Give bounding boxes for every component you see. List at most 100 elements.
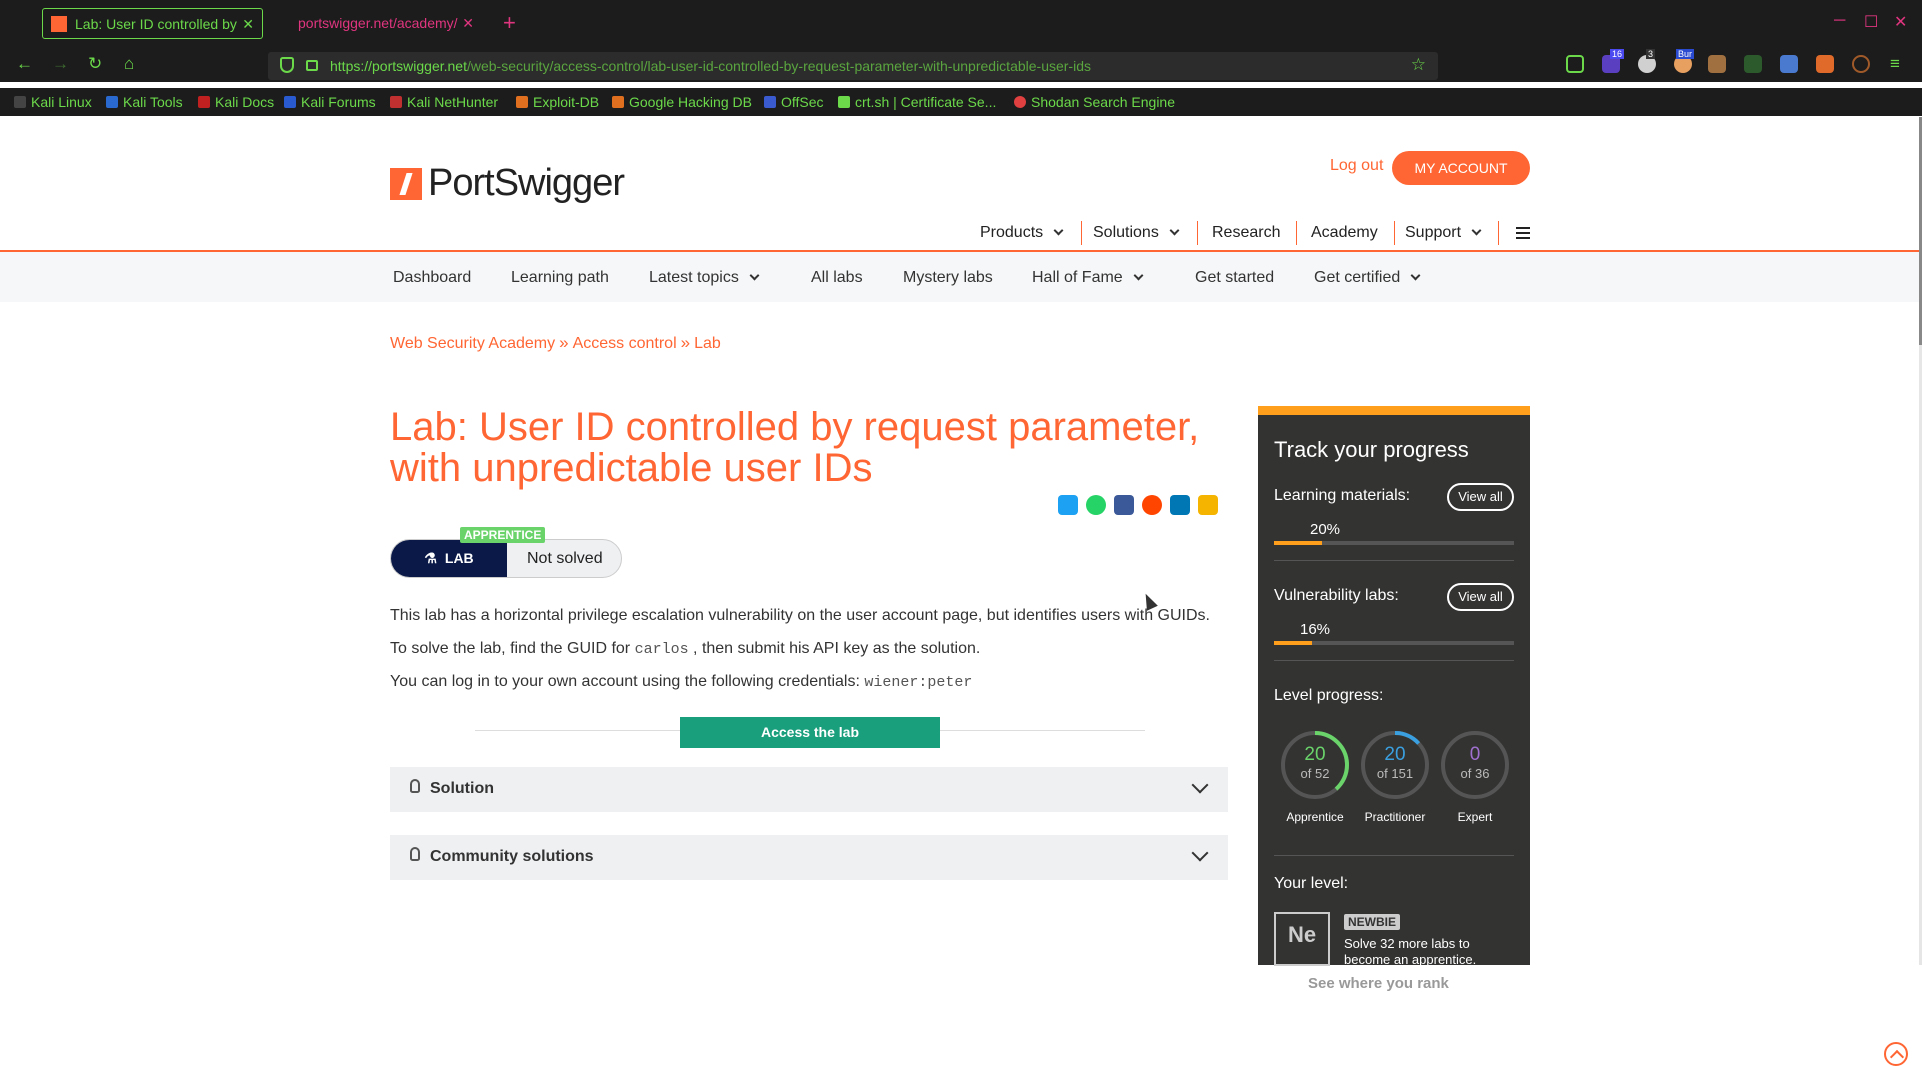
lock-icon[interactable] [306,60,318,71]
expert-total: of 36 [1460,766,1490,781]
menu-icon[interactable]: ≡ [1890,54,1900,74]
close-window-icon[interactable]: ✕ [1894,12,1907,32]
panel-divider [1274,855,1514,856]
subnav-dashboard[interactable]: Dashboard [393,269,471,287]
nav-support[interactable]: Support [1405,224,1482,242]
bookmark-item[interactable]: crt.sh | Certificate Se... [838,94,996,110]
email-icon[interactable] [1198,495,1218,515]
vuln-percent: 16% [1300,621,1331,638]
subnav-all-labs[interactable]: All labs [811,269,863,287]
tab-inactive[interactable]: portswigger.net/academy/ ✕ [280,8,480,39]
practitioner-count: 20 [1384,744,1406,765]
learning-percent: 20% [1310,521,1341,538]
bookmark-label: Kali NetHunter [407,94,499,110]
scroll-to-top-icon[interactable] [1884,1042,1908,1066]
reddit-icon[interactable] [1142,495,1162,515]
target-user-code: carlos [634,641,689,658]
extension-ublock-icon[interactable]: 16 [1602,49,1625,73]
nav-products[interactable]: Products [980,224,1064,242]
pocket-icon[interactable] [1566,55,1584,73]
bookmark-label: crt.sh | Certificate Se... [855,94,997,110]
lightbulb-icon [410,847,420,861]
hamburger-menu-icon[interactable] [1516,227,1530,239]
breadcrumb-academy[interactable]: Web Security Academy [390,335,555,352]
twitter-icon[interactable] [1058,495,1078,515]
expert-count: 0 [1469,744,1481,765]
whatsapp-icon[interactable] [1086,495,1106,515]
subnav-hall-of-fame[interactable]: Hall of Fame [1032,269,1144,287]
subnav-get-started[interactable]: Get started [1195,269,1274,287]
url-bar[interactable]: https://portswigger.net/web-security/acc… [268,52,1438,80]
community-solutions-accordion[interactable]: Community solutions [390,835,1228,880]
bookmark-item[interactable]: Kali Forums [284,94,376,110]
bookmark-item[interactable]: Kali NetHunter [390,94,498,110]
chevron-down-icon [749,270,760,281]
page-title: Lab: User ID controlled by request param… [390,405,1200,490]
extension-agent-icon[interactable] [1708,55,1726,73]
chevron-down-icon [1169,225,1180,236]
my-account-button[interactable]: MY ACCOUNT [1392,151,1530,185]
kali-tools-icon [106,96,118,108]
bookmark-item[interactable]: Shodan Search Engine [1014,94,1175,110]
minimize-icon[interactable]: ─ [1834,12,1845,30]
portswigger-favicon-icon [51,16,67,32]
bookmark-label: Shodan Search Engine [1031,94,1175,110]
accordion-label: Solution [430,780,494,797]
nethunter-icon [390,96,402,108]
extension-burp-icon[interactable]: Bur [1674,49,1695,73]
view-all-labs-button[interactable]: View all [1447,583,1514,611]
extension-settings-icon[interactable] [1852,55,1870,73]
home-icon[interactable]: ⌂ [124,54,134,74]
maximize-icon[interactable]: ☐ [1864,12,1878,32]
tab-title: portswigger.net/academy/ [298,15,458,31]
bookmark-item[interactable]: Exploit-DB [516,94,599,110]
nav-solutions[interactable]: Solutions [1093,224,1180,242]
bookmark-item[interactable]: OffSec [764,94,824,110]
portswigger-logo[interactable]: PortSwigger [390,162,625,205]
bookmark-label: Kali Forums [301,94,376,110]
url-text[interactable]: https://portswigger.net/web-security/acc… [330,58,1091,74]
nav-academy[interactable]: Academy [1311,224,1378,242]
breadcrumb-separator-icon: » [559,333,569,352]
nav-research[interactable]: Research [1212,224,1280,242]
forward-icon[interactable]: → [52,54,69,74]
breadcrumb-separator-icon: » [680,333,691,352]
newbie-badge: NEWBIE [1344,914,1400,930]
subnav-latest-topics[interactable]: Latest topics [649,269,760,287]
subnav-get-certified[interactable]: Get certified [1314,269,1421,287]
breadcrumb-lab[interactable]: Lab [694,335,721,352]
access-lab-button[interactable]: Access the lab [680,717,940,748]
bookmark-item[interactable]: Kali Linux [14,94,92,110]
bookmark-item[interactable]: Kali Docs [198,94,274,110]
extension-tool-icon[interactable] [1744,55,1762,73]
shield-icon[interactable] [280,57,294,73]
instructions-text: To solve the lab, find the GUID for [390,640,631,657]
extension-proxy-icon[interactable] [1780,55,1798,73]
facebook-icon[interactable] [1114,495,1134,515]
close-tab-icon[interactable]: ✕ [462,8,474,39]
logout-link[interactable]: Log out [1330,157,1383,175]
extension-badge: Bur [1676,49,1695,59]
back-icon[interactable]: ← [16,54,33,74]
your-level-label: Your level: [1274,875,1349,892]
see-rank-link[interactable]: See where you rank [1308,975,1449,992]
subnav-learning-path[interactable]: Learning path [511,269,609,287]
bookmark-star-icon[interactable]: ☆ [1411,55,1426,75]
bookmark-item[interactable]: Kali Tools [106,94,183,110]
lab-description: This lab has a horizontal privilege esca… [390,607,1210,624]
bookmark-item[interactable]: Google Hacking DB [612,94,752,110]
extension-notes-icon[interactable] [1816,55,1834,73]
progress-panel: Track your progress Learning materials: … [1258,406,1530,992]
breadcrumb-access-control[interactable]: Access control [573,335,677,352]
solution-accordion[interactable]: Solution [390,767,1228,812]
tab-active[interactable]: Lab: User ID controlled by ✕ [42,8,263,39]
close-tab-icon[interactable]: ✕ [242,9,254,38]
lab-instructions: To solve the lab, find the GUID for carl… [390,640,980,658]
new-tab-icon[interactable]: + [503,10,516,36]
extension-multi-icon[interactable]: 3 [1638,49,1656,73]
reload-icon[interactable]: ↻ [88,54,102,74]
accordion-label: Community solutions [430,848,594,865]
linkedin-icon[interactable] [1170,495,1190,515]
view-all-learning-button[interactable]: View all [1447,483,1514,511]
subnav-mystery-labs[interactable]: Mystery labs [903,269,993,287]
